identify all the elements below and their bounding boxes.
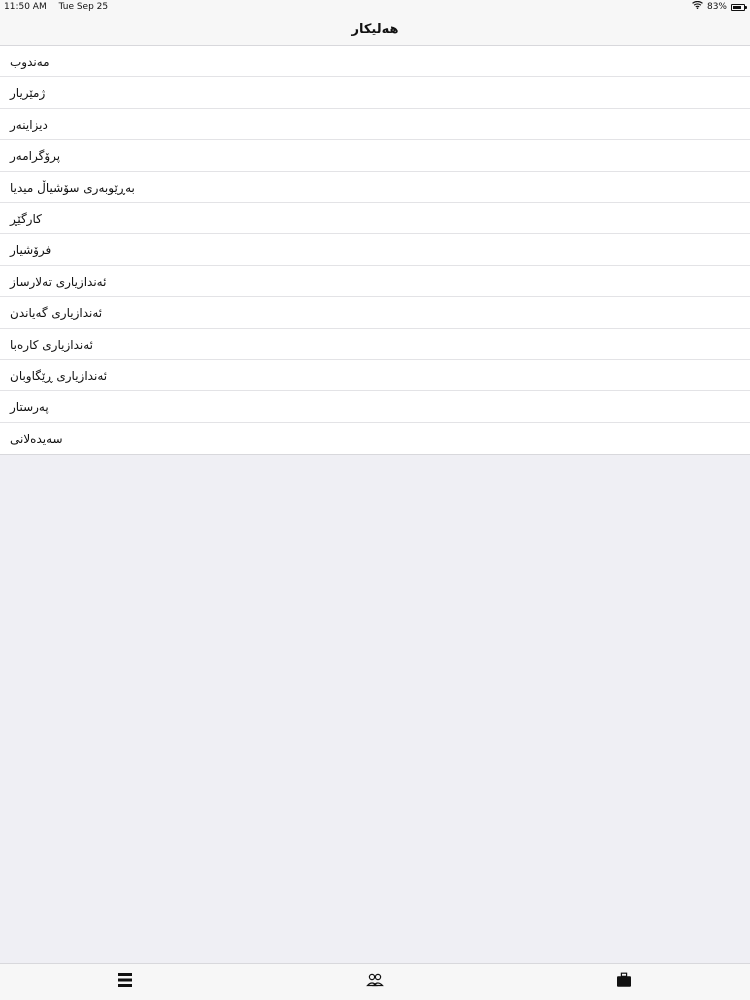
list-item-label: بەڕێوبەری سۆشیاڵ میدیا	[10, 180, 135, 195]
page-title: هەلیکار	[351, 22, 399, 37]
status-time: 11:50 AM	[4, 2, 47, 12]
tab-list[interactable]	[111, 972, 139, 994]
list-item[interactable]: ئەندازیاری تەلارساز	[0, 266, 750, 298]
list-item[interactable]: پەرستار	[0, 391, 750, 423]
status-right: 83%	[692, 0, 747, 14]
list-item[interactable]: کارگێڕ	[0, 203, 750, 235]
list-item-label: مەندوب	[10, 55, 50, 69]
tab-people[interactable]	[361, 972, 389, 994]
list-item-label: ئەندازیاری ڕێگاوبان	[10, 368, 108, 383]
list-item-label: دیزاینەر	[10, 117, 48, 132]
list-item[interactable]: ئەندازیاری ڕێگاوبان	[0, 360, 750, 392]
list-item[interactable]: بەڕێوبەری سۆشیاڵ میدیا	[0, 172, 750, 203]
list-item[interactable]: پرۆگرامەر	[0, 140, 750, 172]
list-item-label: ئەندازیاری تەلارساز	[10, 274, 107, 289]
people-icon	[366, 973, 384, 987]
list-item-label: سەیدەلانی	[10, 431, 63, 446]
battery-percentage: 83%	[706, 2, 727, 12]
list-item-label: کارگێڕ	[10, 211, 42, 226]
list-item[interactable]: سەیدەلانی	[0, 423, 750, 454]
wifi-icon	[692, 0, 703, 14]
list-item-label: ژمێریار	[10, 86, 46, 101]
battery-fill	[733, 5, 742, 9]
tab-bar	[0, 963, 750, 1000]
list-icon	[118, 973, 132, 987]
battery-icon	[731, 3, 747, 11]
list-item-label: ئەندازیاری کارەبا	[10, 337, 93, 352]
list-item[interactable]: دیزاینەر	[0, 109, 750, 141]
list-item-label: پرۆگرامەر	[10, 149, 61, 164]
list-item-label: فرۆشیار	[10, 243, 52, 258]
list-item-label: پەرستار	[10, 400, 49, 415]
list-item[interactable]: فرۆشیار	[0, 234, 750, 266]
list-item[interactable]: ئەندازیاری گەیاندن	[0, 297, 750, 329]
tab-jobs[interactable]	[610, 972, 638, 994]
briefcase-icon	[617, 972, 631, 987]
list-item[interactable]: ئەندازیاری کارەبا	[0, 329, 750, 360]
status-date: Tue Sep 25	[58, 2, 109, 12]
status-bar: 11:50 AM Tue Sep 25 83%	[0, 0, 750, 14]
job-category-list: مەندوب ژمێریار دیزاینەر پرۆگرامەر بەڕێوب…	[0, 46, 750, 456]
navigation-bar: هەلیکار	[0, 14, 750, 46]
status-left: 11:50 AM Tue Sep 25	[4, 0, 117, 14]
list-item[interactable]: ژمێریار	[0, 77, 750, 109]
list-item-label: ئەندازیاری گەیاندن	[10, 306, 103, 321]
list-item[interactable]: مەندوب	[0, 46, 750, 78]
